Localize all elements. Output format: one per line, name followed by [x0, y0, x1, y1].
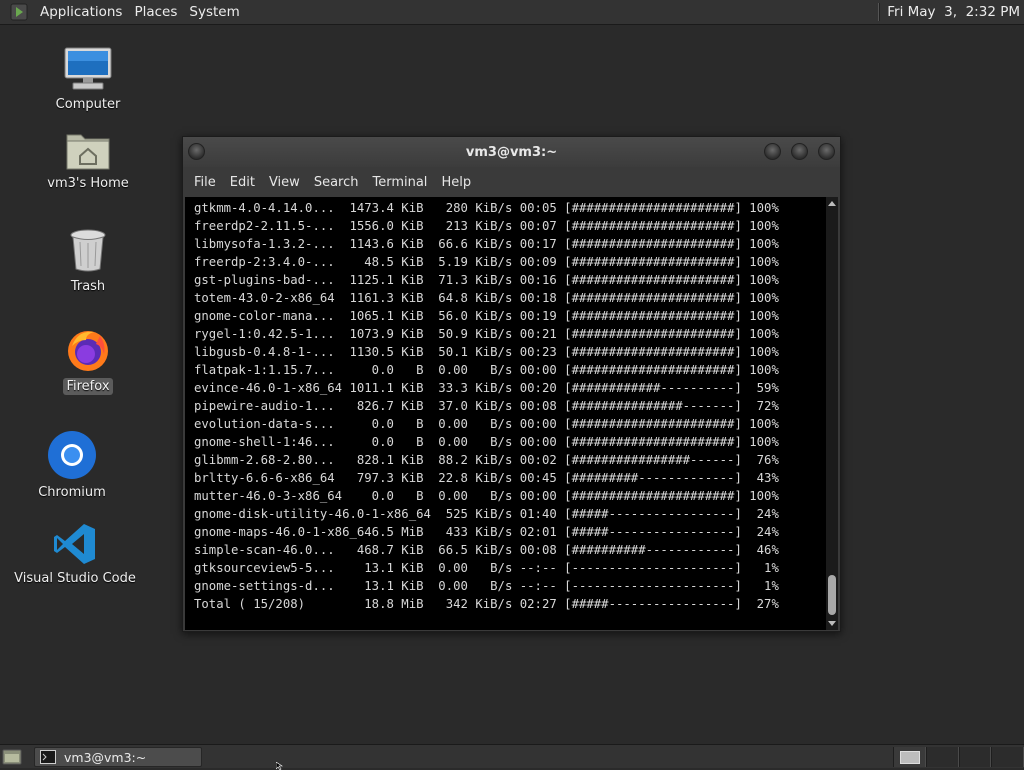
- workspace-2[interactable]: [925, 747, 959, 767]
- home-folder-icon: [66, 134, 110, 170]
- desktop-icon-label: vm3's Home: [47, 176, 129, 191]
- trash-icon: [70, 229, 106, 272]
- terminal-line: pipewire-audio-1... 826.7 KiB 37.0 KiB/s…: [194, 399, 779, 413]
- chromium-icon: [48, 431, 96, 479]
- desktop-icon-label: Visual Studio Code: [14, 571, 136, 586]
- terminal-window[interactable]: vm3@vm3:~ File Edit View Search Terminal…: [182, 136, 841, 632]
- window-menu-icon[interactable]: [188, 143, 205, 160]
- scroll-down-icon[interactable]: [828, 621, 836, 626]
- desktop-icon-label: Firefox: [63, 378, 113, 395]
- desktop-icon-trash[interactable]: Trash: [58, 228, 118, 295]
- terminal-output[interactable]: gtkmm-4.0-4.14.0... 1473.4 KiB 280 KiB/s…: [185, 197, 827, 630]
- window-titlebar[interactable]: vm3@vm3:~: [183, 137, 840, 167]
- desktop-icon-label: Chromium: [38, 485, 106, 500]
- mouse-cursor-icon: [276, 762, 283, 770]
- desktop-icon-vscode[interactable]: Visual Studio Code: [14, 522, 136, 587]
- clock[interactable]: Fri May 3, 2:32 PM: [887, 4, 1024, 20]
- bottom-panel: vm3@vm3:~: [0, 744, 1024, 768]
- terminal-line: gnome-color-mana... 1065.1 KiB 56.0 KiB/…: [194, 309, 779, 323]
- menu-logo-icon[interactable]: [8, 2, 30, 22]
- terminal-menubar: File Edit View Search Terminal Help: [183, 167, 840, 197]
- terminal-line: freerdp2-2.11.5-... 1556.0 KiB 213 KiB/s…: [194, 219, 779, 233]
- terminal-line: flatpak-1:1.15.7... 0.0 B 0.00 B/s 00:00…: [194, 363, 779, 377]
- maximize-icon[interactable]: [791, 143, 808, 160]
- menu-help[interactable]: Help: [434, 175, 478, 190]
- terminal-lines: gtkmm-4.0-4.14.0... 1473.4 KiB 280 KiB/s…: [185, 197, 827, 613]
- terminal-icon: [40, 750, 56, 764]
- desktop-icon-computer[interactable]: Computer: [52, 46, 124, 113]
- workspace-3[interactable]: [958, 747, 992, 767]
- workspace-4[interactable]: [991, 747, 1024, 767]
- workspace-1[interactable]: [893, 747, 926, 767]
- desktop-icon-firefox[interactable]: Firefox: [58, 326, 118, 395]
- workspace-switcher[interactable]: [893, 747, 1024, 767]
- scrollbar-thumb[interactable]: [828, 575, 836, 615]
- terminal-line: gnome-disk-utility-46.0-1-x86_64 525 KiB…: [194, 507, 779, 521]
- desktop-icon-chromium[interactable]: Chromium: [34, 430, 110, 501]
- panel-separator: [878, 3, 880, 21]
- close-icon[interactable]: [818, 143, 835, 160]
- terminal-line: gnome-maps-46.0-1-x86_646.5 MiB 433 KiB/…: [194, 525, 779, 539]
- top-panel: Applications Places System Fri May 3, 2:…: [0, 0, 1024, 25]
- terminal-line: libmysofa-1.3.2-... 1143.6 KiB 66.6 KiB/…: [194, 237, 779, 251]
- desktop-icon-label: Trash: [70, 279, 106, 294]
- terminal-line: evince-46.0-1-x86_64 1011.1 KiB 33.3 KiB…: [194, 381, 779, 395]
- applications-menu[interactable]: Applications: [34, 4, 128, 20]
- show-desktop-icon[interactable]: [2, 748, 22, 766]
- menu-search[interactable]: Search: [307, 175, 366, 190]
- terminal-line: mutter-46.0-3-x86_64 0.0 B 0.00 B/s 00:0…: [194, 489, 779, 503]
- scroll-up-icon[interactable]: [828, 201, 836, 206]
- menu-view[interactable]: View: [262, 175, 307, 190]
- menu-file[interactable]: File: [187, 175, 223, 190]
- terminal-line: gtksourceview5-5... 13.1 KiB 0.00 B/s --…: [194, 561, 779, 575]
- desktop-icon-label: Computer: [55, 97, 121, 112]
- taskbar-terminal-button[interactable]: vm3@vm3:~: [34, 747, 202, 767]
- terminal-line: gnome-shell-1:46... 0.0 B 0.00 B/s 00:00…: [194, 435, 779, 449]
- places-menu[interactable]: Places: [128, 4, 183, 20]
- terminal-scrollbar[interactable]: [826, 197, 838, 630]
- terminal-line: rygel-1:0.42.5-1... 1073.9 KiB 50.9 KiB/…: [194, 327, 779, 341]
- terminal-line: gtkmm-4.0-4.14.0... 1473.4 KiB 280 KiB/s…: [194, 201, 779, 215]
- system-menu[interactable]: System: [183, 4, 245, 20]
- firefox-icon: [68, 331, 108, 371]
- terminal-line: gst-plugins-bad-... 1125.1 KiB 71.3 KiB/…: [194, 273, 779, 287]
- menu-edit[interactable]: Edit: [223, 175, 262, 190]
- terminal-line: brltty-6.6-6-x86_64 797.3 KiB 22.8 KiB/s…: [194, 471, 779, 485]
- terminal-line: evolution-data-s... 0.0 B 0.00 B/s 00:00…: [194, 417, 779, 431]
- terminal-line: totem-43.0-2-x86_64 1161.3 KiB 64.8 KiB/…: [194, 291, 779, 305]
- desktop-icon-home[interactable]: vm3's Home: [46, 129, 130, 192]
- computer-icon: [64, 47, 112, 90]
- window-title: vm3@vm3:~: [465, 144, 558, 160]
- menu-terminal[interactable]: Terminal: [365, 175, 434, 190]
- terminal-line: glibmm-2.68-2.80... 828.1 KiB 88.2 KiB/s…: [194, 453, 779, 467]
- terminal-line: freerdp-2:3.4.0-... 48.5 KiB 5.19 KiB/s …: [194, 255, 779, 269]
- terminal-line: libgusb-0.4.8-1-... 1130.5 KiB 50.1 KiB/…: [194, 345, 779, 359]
- workspace-window-thumb: [900, 751, 920, 764]
- terminal-line: Total ( 15/208) 18.8 MiB 342 KiB/s 02:27…: [194, 597, 779, 611]
- vscode-icon: [54, 524, 95, 564]
- terminal-line: simple-scan-46.0... 468.7 KiB 66.5 KiB/s…: [194, 543, 779, 557]
- taskbar-button-label: vm3@vm3:~: [64, 749, 147, 765]
- minimize-icon[interactable]: [764, 143, 781, 160]
- terminal-line: gnome-settings-d... 13.1 KiB 0.00 B/s --…: [194, 579, 779, 593]
